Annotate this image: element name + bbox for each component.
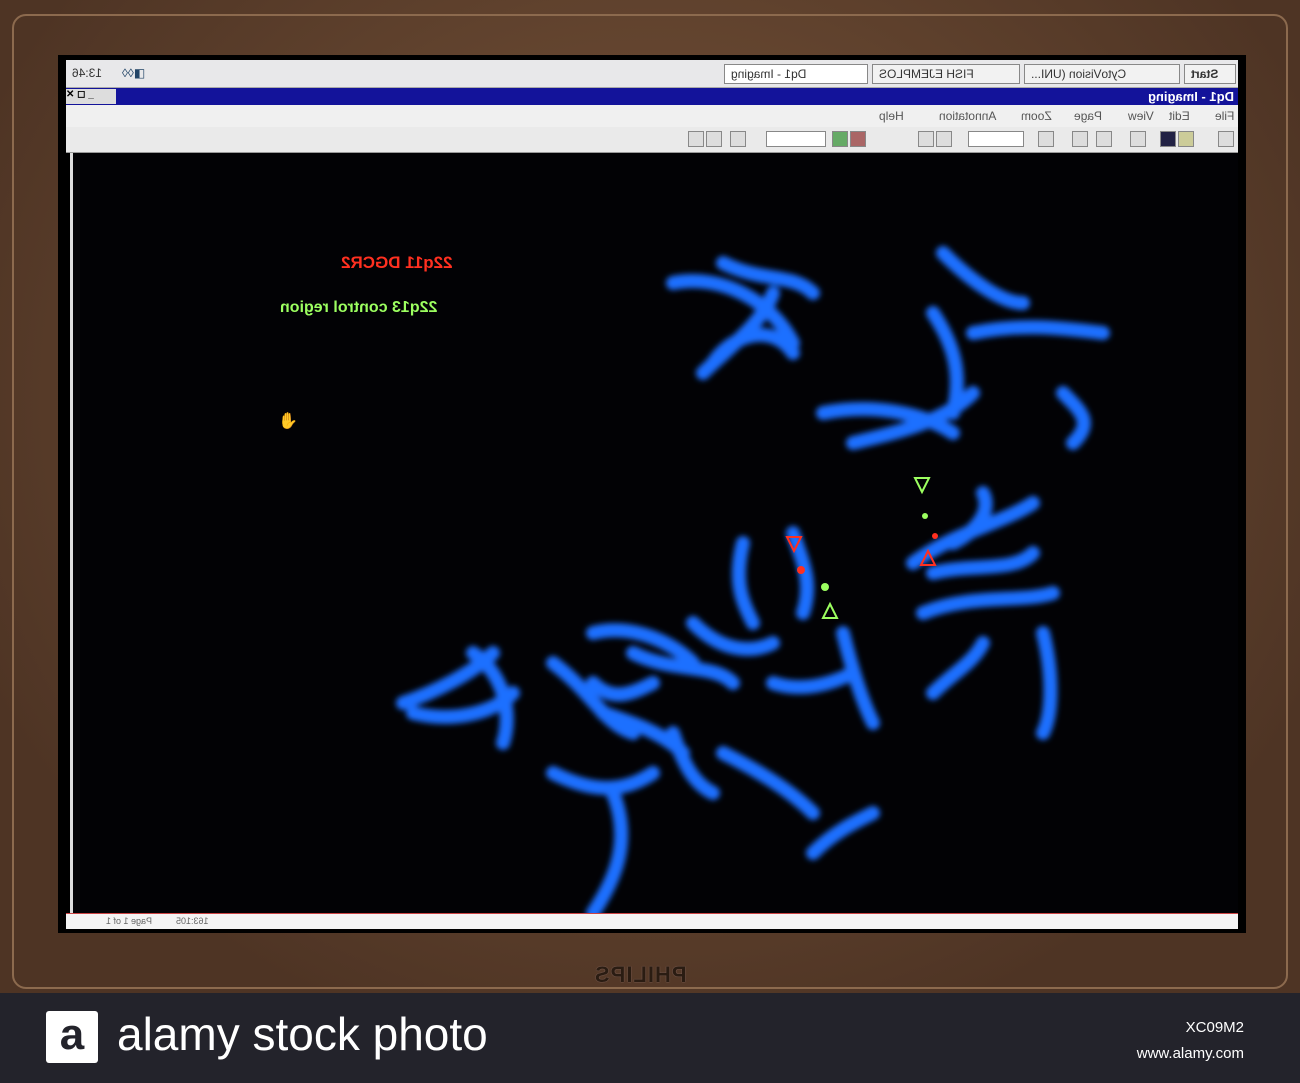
status-bar: Page 1 of 1 163:105 xyxy=(66,913,1238,929)
taskbar-item-cytovision[interactable]: CytoVision (UNI... xyxy=(1024,64,1180,84)
image-code: XC09M2 xyxy=(1185,1019,1244,1036)
color-icon[interactable] xyxy=(850,131,866,147)
toolbar xyxy=(66,127,1238,153)
taskbar: Start CytoVision (UNI... FISH EJEMPLOS D… xyxy=(66,60,1238,88)
green-arrow-icon xyxy=(913,477,931,495)
monitor-brand: PHILIPS xyxy=(594,962,687,987)
red-signal xyxy=(797,566,805,574)
green-arrow-icon xyxy=(821,601,839,619)
green-signal xyxy=(922,513,928,519)
menu-edit[interactable]: Edit xyxy=(1169,109,1190,123)
footer-text: alamy stock photo xyxy=(117,1008,488,1060)
window-controls[interactable]: ✕ ◻ _ xyxy=(66,89,116,104)
window-title: Dq1 - Imaging xyxy=(1148,89,1234,104)
image-canvas[interactable]: 22q11 DGCR2 22q13 control region ✋ xyxy=(70,153,1238,920)
layout-icon[interactable] xyxy=(688,131,704,147)
taskbar-label: CytoVision (UNI... xyxy=(1031,67,1127,81)
taskbar-item-fish[interactable]: FISH EJEMPLOS xyxy=(872,64,1020,84)
title-bar: Dq1 - Imaging ✕ ◻ _ xyxy=(66,88,1238,105)
thumbnail-icon[interactable] xyxy=(730,131,746,147)
open-icon[interactable] xyxy=(1178,131,1194,147)
start-button[interactable]: Start xyxy=(1184,64,1236,84)
page-field[interactable] xyxy=(766,131,826,147)
menu-file[interactable]: File xyxy=(1215,109,1234,123)
menu-bar: File Edit View Page Zoom Annotation Help xyxy=(66,105,1238,127)
new-icon[interactable] xyxy=(1218,131,1234,147)
save-icon[interactable] xyxy=(1160,131,1176,147)
menu-view[interactable]: View xyxy=(1128,109,1154,123)
annotate-icon[interactable] xyxy=(1038,131,1054,147)
probe-label-green: 22q13 control region xyxy=(280,299,438,316)
monitor-bezel: Start CytoVision (UNI... FISH EJEMPLOS D… xyxy=(0,0,1300,993)
select-icon[interactable] xyxy=(1096,131,1112,147)
status-coords: 163:105 xyxy=(176,916,209,926)
probe-label-red: 22q11 DGCR2 xyxy=(341,253,453,272)
pointer-icon[interactable] xyxy=(1072,131,1088,147)
zoom-in-icon[interactable] xyxy=(936,131,952,147)
menu-page[interactable]: Page xyxy=(1074,109,1102,123)
print-icon[interactable] xyxy=(1130,131,1146,147)
grid-icon[interactable] xyxy=(706,131,722,147)
taskbar-item-imaging[interactable]: Dq1 - Imaging xyxy=(724,64,868,84)
taskbar-label: Dq1 - Imaging xyxy=(731,67,807,81)
taskbar-label: FISH EJEMPLOS xyxy=(879,67,974,81)
status-page: Page 1 of 1 xyxy=(106,916,153,926)
zoom-out-icon[interactable] xyxy=(918,131,934,147)
start-label: Start xyxy=(1191,67,1219,81)
hand-cursor-icon: ✋ xyxy=(278,413,298,430)
tray-icons: ◊◊◧ xyxy=(122,66,146,80)
alamy-logo: a xyxy=(46,1011,98,1063)
clock: 13:46 xyxy=(72,66,103,80)
menu-zoom[interactable]: Zoom xyxy=(1021,109,1052,123)
zoom-select[interactable] xyxy=(968,131,1024,147)
footer-url[interactable]: www.alamy.com xyxy=(1137,1045,1244,1062)
monitor-screen: Start CytoVision (UNI... FISH EJEMPLOS D… xyxy=(58,55,1246,933)
stock-footer: a alamy stock photo XC09M2 www.alamy.com xyxy=(0,993,1300,1083)
palette-icon[interactable] xyxy=(832,131,848,147)
red-signal xyxy=(932,533,938,539)
menu-help[interactable]: Help xyxy=(879,109,904,123)
menu-annotation[interactable]: Annotation xyxy=(939,109,996,123)
chromosomes xyxy=(396,246,1110,920)
green-signal xyxy=(821,583,829,591)
chromosome-image xyxy=(396,246,1110,920)
